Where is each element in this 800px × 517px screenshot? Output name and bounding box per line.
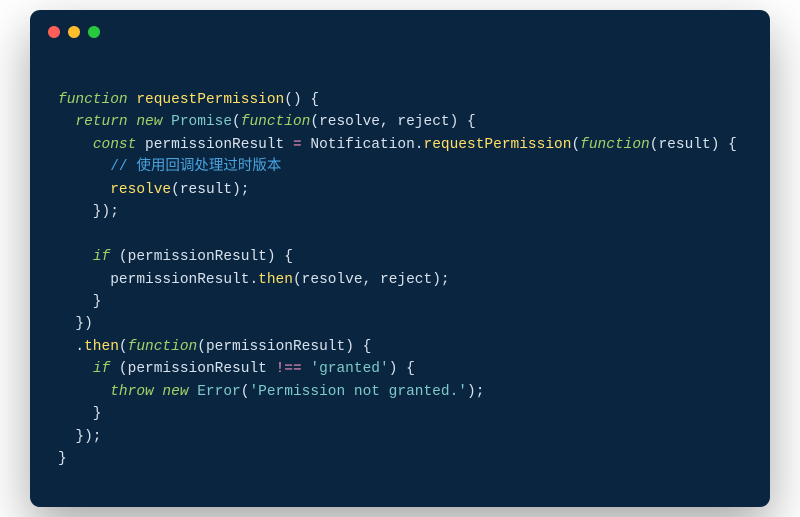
code-line: const permissionResult = Notification.re… xyxy=(58,134,742,156)
code-block: function requestPermission() { return ne… xyxy=(30,54,770,506)
code-line: if (permissionResult !== 'granted') { xyxy=(58,358,742,380)
code-token: 'Permission not granted.' xyxy=(249,384,467,400)
code-token: , xyxy=(380,114,397,130)
code-line: }) xyxy=(58,313,742,335)
code-token: ( xyxy=(119,249,128,265)
code-token: ( xyxy=(571,137,580,153)
code-token xyxy=(58,249,93,265)
code-token: ( xyxy=(293,272,302,288)
code-token: ); xyxy=(232,182,249,198)
code-token: } xyxy=(58,451,67,467)
code-token: . xyxy=(58,339,84,355)
code-token: . xyxy=(249,272,258,288)
code-token: = xyxy=(293,137,302,153)
code-token: Error xyxy=(197,384,241,400)
code-token: reject xyxy=(397,114,449,130)
code-token: ( xyxy=(119,361,128,377)
code-token xyxy=(58,114,75,130)
code-line: function requestPermission() { xyxy=(58,89,742,111)
code-token: permissionResult xyxy=(206,339,345,355)
code-token: ) { xyxy=(450,114,476,130)
code-token: then xyxy=(258,272,293,288)
code-token: } xyxy=(58,294,102,310)
zoom-icon[interactable] xyxy=(88,26,100,38)
code-line: }); xyxy=(58,201,742,223)
code-window: function requestPermission() { return ne… xyxy=(30,10,770,506)
code-line xyxy=(58,224,742,246)
code-token: !== xyxy=(276,361,302,377)
code-token: then xyxy=(84,339,119,355)
code-token: result xyxy=(658,137,710,153)
code-token: if xyxy=(93,249,119,265)
code-token: function xyxy=(580,137,650,153)
code-token xyxy=(267,361,276,377)
code-token: resolve xyxy=(302,272,363,288)
code-token: const xyxy=(93,137,145,153)
titlebar xyxy=(30,10,770,54)
code-token: if xyxy=(93,361,119,377)
code-token: permissionResult xyxy=(110,272,249,288)
code-token: }); xyxy=(58,429,102,445)
code-token: requestPermission xyxy=(424,137,572,153)
code-line: .then(function(permissionResult) { xyxy=(58,336,742,358)
code-line: return new Promise(function(resolve, rej… xyxy=(58,111,742,133)
code-line: } xyxy=(58,448,742,470)
code-token: ) { xyxy=(389,361,415,377)
code-line: resolve(result); xyxy=(58,179,742,201)
code-token: ); xyxy=(432,272,449,288)
code-line: } xyxy=(58,403,742,425)
code-token: ( xyxy=(197,339,206,355)
code-token: throw new xyxy=(110,384,197,400)
code-token: function xyxy=(128,339,198,355)
code-token: requestPermission xyxy=(136,92,284,108)
code-token xyxy=(58,159,110,175)
code-line: if (permissionResult) { xyxy=(58,246,742,268)
code-token: ) { xyxy=(267,249,293,265)
code-token xyxy=(284,137,293,153)
code-token: () { xyxy=(284,92,319,108)
code-token: }) xyxy=(58,316,93,332)
code-token: function xyxy=(58,92,136,108)
code-token: resolve xyxy=(110,182,171,198)
code-token: reject xyxy=(380,272,432,288)
code-token: return new xyxy=(75,114,171,130)
code-token: permissionResult xyxy=(145,137,284,153)
code-line: // 使用回调处理过时版本 xyxy=(58,156,742,178)
code-token: ); xyxy=(467,384,484,400)
code-token: }); xyxy=(58,204,119,220)
code-token: ( xyxy=(119,339,128,355)
code-token: ) { xyxy=(345,339,371,355)
code-token: Promise xyxy=(171,114,232,130)
code-line: } xyxy=(58,291,742,313)
close-icon[interactable] xyxy=(48,26,60,38)
code-token: 'granted' xyxy=(310,361,388,377)
code-token: ) { xyxy=(711,137,737,153)
code-token xyxy=(58,137,93,153)
code-token xyxy=(58,182,110,198)
code-token: permissionResult xyxy=(128,249,267,265)
code-token: ( xyxy=(232,114,241,130)
code-token: ( xyxy=(310,114,319,130)
minimize-icon[interactable] xyxy=(68,26,80,38)
code-token: // 使用回调处理过时版本 xyxy=(110,159,281,175)
code-token xyxy=(58,361,93,377)
code-token: Notification. xyxy=(302,137,424,153)
code-token: permissionResult xyxy=(128,361,267,377)
code-token xyxy=(58,384,110,400)
code-line xyxy=(58,66,742,88)
code-token: ( xyxy=(171,182,180,198)
code-token: , xyxy=(363,272,380,288)
code-token: result xyxy=(180,182,232,198)
code-line: permissionResult.then(resolve, reject); xyxy=(58,269,742,291)
code-line: throw new Error('Permission not granted.… xyxy=(58,381,742,403)
code-token: function xyxy=(241,114,311,130)
code-token: resolve xyxy=(319,114,380,130)
code-line: }); xyxy=(58,426,742,448)
code-token: } xyxy=(58,406,102,422)
code-token xyxy=(58,272,110,288)
